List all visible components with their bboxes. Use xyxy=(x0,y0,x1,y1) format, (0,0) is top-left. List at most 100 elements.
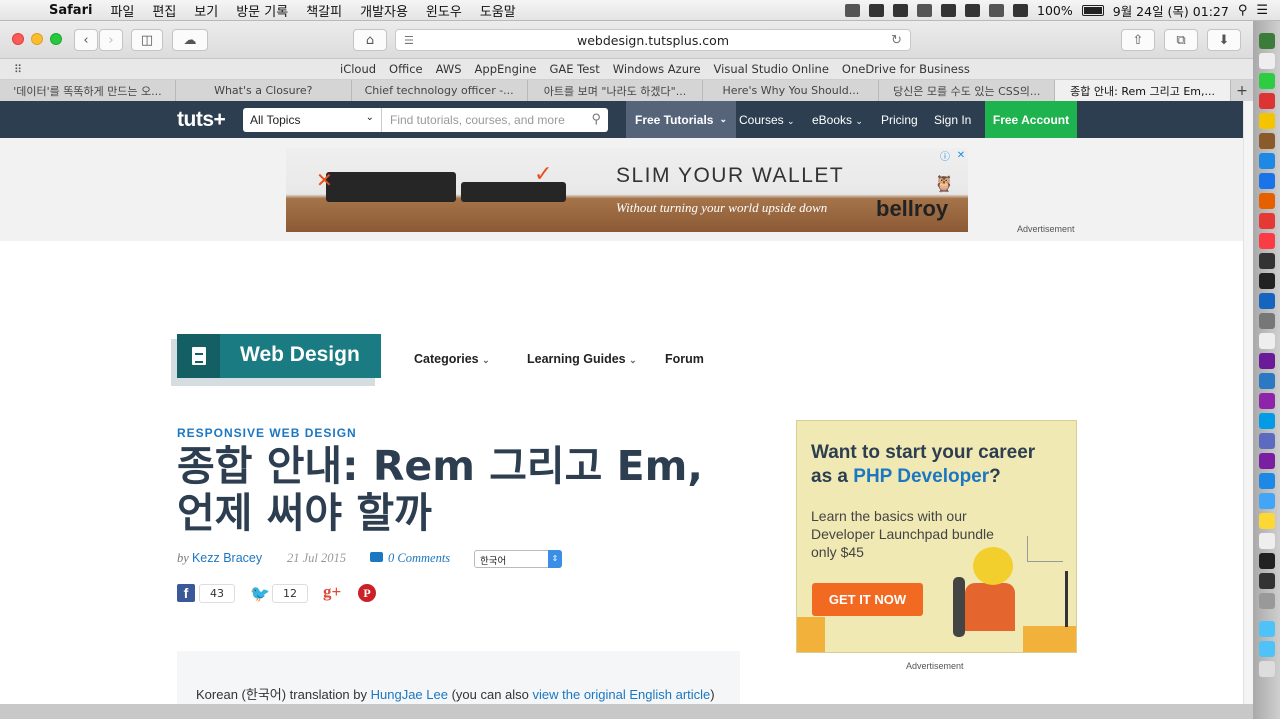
search-input[interactable]: Find tutorials, courses, and more ⚲ xyxy=(381,108,608,132)
free-tutorials-menu[interactable]: Free Tutorials ⌄ xyxy=(626,101,736,138)
dock-app-icon[interactable] xyxy=(1258,453,1275,469)
share-icon[interactable]: ⇧ xyxy=(1121,29,1155,51)
favorite-link[interactable]: GAE Test xyxy=(549,62,599,76)
menu-develop[interactable]: 개발자용 xyxy=(351,1,417,20)
facebook-icon[interactable]: f xyxy=(177,584,195,602)
kakaotalk-icon[interactable] xyxy=(1258,113,1275,129)
sidebar-toggle-icon[interactable]: ◫ xyxy=(131,29,163,51)
kindle-icon[interactable] xyxy=(1258,273,1275,289)
menu-view[interactable]: 보기 xyxy=(185,1,227,20)
app-menu[interactable]: Safari xyxy=(40,3,101,18)
free-account-button[interactable]: Free Account xyxy=(985,101,1077,138)
browser-tab[interactable]: Chief technology officer -... xyxy=(352,80,528,101)
favorite-link[interactable]: AWS xyxy=(436,62,462,76)
menu-history[interactable]: 방문 기록 xyxy=(227,1,297,20)
pinterest-icon[interactable]: P xyxy=(358,584,376,602)
dock-app-icon[interactable] xyxy=(1258,493,1275,509)
ebooks-menu[interactable]: eBooks ⌄ xyxy=(812,113,863,127)
dock-app-icon[interactable] xyxy=(1258,213,1275,229)
firefox-icon[interactable] xyxy=(1258,193,1275,209)
downloads-icon[interactable]: ⬇ xyxy=(1207,29,1241,51)
screen-icon[interactable] xyxy=(869,3,884,17)
close-icon[interactable]: ✕ xyxy=(954,148,968,162)
activity-monitor-icon[interactable] xyxy=(1258,573,1275,589)
top-sites-icon[interactable]: ⠿ xyxy=(14,63,22,76)
banner-ad[interactable]: ✕ ✓ SLIM YOUR WALLET Without turning you… xyxy=(286,148,968,232)
forum-link[interactable]: Forum xyxy=(665,352,704,366)
dock-app-icon[interactable] xyxy=(1258,133,1275,149)
skype-icon[interactable] xyxy=(1258,153,1275,169)
folder-icon[interactable] xyxy=(1258,621,1275,637)
article-category[interactable]: RESPONSIVE WEB DESIGN xyxy=(177,426,357,440)
browser-tab[interactable]: '데이터'를 똑똑하게 만드는 오... xyxy=(0,80,176,101)
favorite-link[interactable]: AppEngine xyxy=(475,62,537,76)
menu-bookmarks[interactable]: 책갈피 xyxy=(297,1,351,20)
info-icon[interactable]: ⓘ xyxy=(938,148,952,163)
favorite-link[interactable]: Windows Azure xyxy=(613,62,701,76)
sidebar-ad[interactable]: Want to start your career as a PHP Devel… xyxy=(796,420,1077,653)
web-design-logo[interactable]: Web Design xyxy=(177,334,381,378)
dock-app-icon[interactable] xyxy=(1258,33,1275,49)
favorite-link[interactable]: Office xyxy=(389,62,423,76)
browser-tab[interactable]: 당신은 모를 수도 있는 CSS의... xyxy=(879,80,1056,101)
dock-app-icon[interactable] xyxy=(1258,93,1275,109)
menu-file[interactable]: 파일 xyxy=(101,1,143,20)
topic-select[interactable]: All Topics ⌄ xyxy=(243,108,381,132)
browser-tab[interactable]: 아트를 보며 "나라도 하겠다"... xyxy=(528,80,704,101)
safari-icon[interactable] xyxy=(1258,173,1275,189)
dock-app-icon[interactable] xyxy=(1258,333,1275,349)
terminal-icon[interactable] xyxy=(1258,553,1275,569)
forward-button[interactable]: › xyxy=(99,29,123,51)
sync-icon[interactable] xyxy=(941,3,956,17)
reader-icon[interactable]: ☰ xyxy=(404,34,414,47)
github-icon[interactable] xyxy=(1258,353,1275,369)
comments-link[interactable]: 0 Comments xyxy=(370,551,450,566)
spotlight-icon[interactable]: ⚲ xyxy=(1238,3,1248,18)
favorite-link[interactable]: iCloud xyxy=(340,62,376,76)
home-icon[interactable]: ⌂ xyxy=(353,29,387,51)
new-tab-button[interactable]: + xyxy=(1231,80,1253,101)
dock-app-icon[interactable] xyxy=(1258,513,1275,529)
search-icon[interactable]: ⚲ xyxy=(591,111,601,127)
xcode-icon[interactable] xyxy=(1258,413,1275,429)
dock-app-icon[interactable] xyxy=(1258,313,1275,329)
zoom-window-button[interactable] xyxy=(50,33,62,45)
back-button[interactable]: ‹ xyxy=(74,29,98,51)
clock[interactable]: 9월 24일 (목) 01:27 xyxy=(1113,1,1229,20)
chat-icon[interactable] xyxy=(845,3,860,17)
learning-guides-menu[interactable]: Learning Guides ⌄ xyxy=(527,352,637,366)
dock-app-icon[interactable] xyxy=(1258,253,1275,269)
original-article-link[interactable]: view the original English article xyxy=(533,687,711,702)
dock-app-icon[interactable] xyxy=(1258,533,1275,549)
trash-icon[interactable] xyxy=(1258,661,1275,677)
battery-icon[interactable] xyxy=(1081,4,1104,16)
system-preferences-icon[interactable] xyxy=(1258,593,1275,609)
categories-menu[interactable]: Categories ⌄ xyxy=(414,352,490,366)
tuts-logo[interactable]: tuts+ xyxy=(177,108,226,132)
close-window-button[interactable] xyxy=(12,33,24,45)
sign-in-link[interactable]: Sign In xyxy=(934,113,971,127)
notification-center-icon[interactable]: ☰ xyxy=(1256,3,1268,18)
calendar-icon[interactable] xyxy=(1258,53,1275,69)
horizontal-scrollbar[interactable] xyxy=(0,704,1253,719)
bluetooth-icon[interactable] xyxy=(989,3,1004,17)
twitter-icon[interactable]: 🐦 xyxy=(250,584,270,603)
minimize-window-button[interactable] xyxy=(31,33,43,45)
tab-overview-icon[interactable]: ⧉ xyxy=(1164,29,1198,51)
itunes-icon[interactable] xyxy=(1258,233,1275,249)
wifi-icon[interactable] xyxy=(965,3,980,17)
language-select[interactable]: 한국어 ⇕ xyxy=(474,550,562,568)
translator-link[interactable]: HungJae Lee xyxy=(371,687,448,702)
ridibooks-icon[interactable] xyxy=(1258,293,1275,309)
vertical-scrollbar[interactable] xyxy=(1243,101,1253,719)
dock-app-icon[interactable] xyxy=(1258,433,1275,449)
messages-icon[interactable] xyxy=(1258,73,1275,89)
downloads-folder-icon[interactable] xyxy=(1258,641,1275,657)
dock-app-icon[interactable] xyxy=(1258,473,1275,489)
menu-help[interactable]: 도움말 xyxy=(471,1,525,20)
visual-studio-code-icon[interactable] xyxy=(1258,373,1275,389)
browser-tab[interactable]: Here's Why You Should... xyxy=(703,80,880,101)
menu-window[interactable]: 윈도우 xyxy=(417,1,471,20)
favorite-link[interactable]: OneDrive for Business xyxy=(842,62,970,76)
address-bar[interactable]: ☰ webdesign.tutsplus.com ↻ xyxy=(395,29,911,51)
